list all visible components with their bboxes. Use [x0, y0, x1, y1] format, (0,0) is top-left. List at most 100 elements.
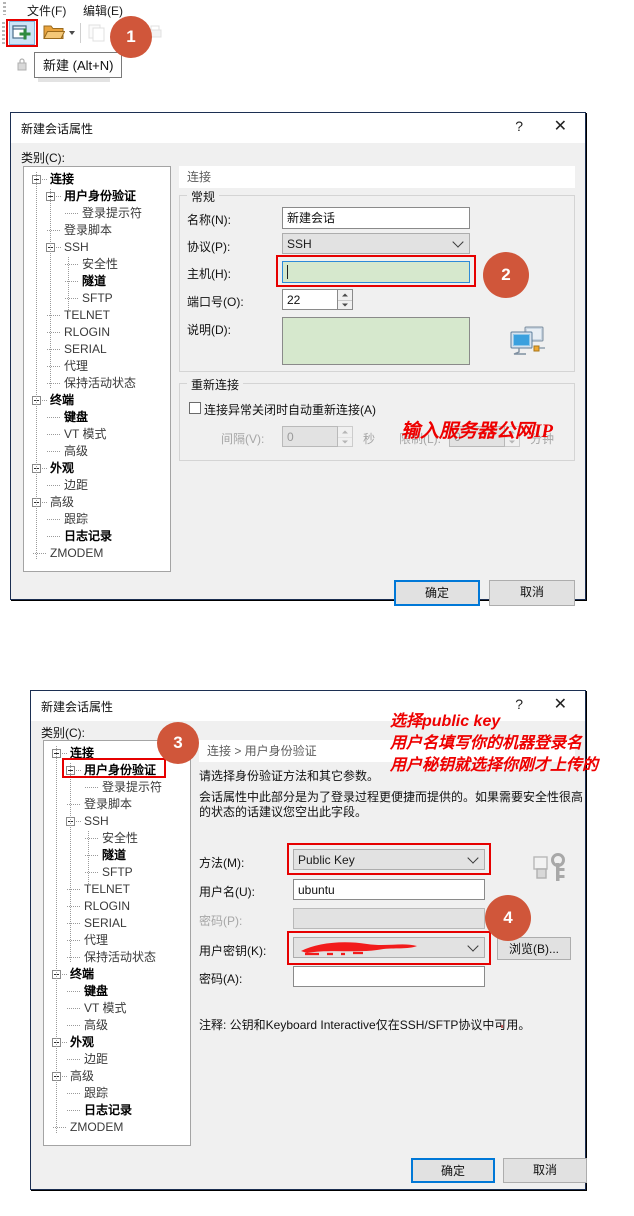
tree-item[interactable]: 登录脚本 — [64, 224, 112, 237]
tree-item[interactable]: 终端 — [70, 968, 94, 981]
name-input[interactable]: 新建会话 — [282, 207, 470, 229]
tree-item[interactable]: 边距 — [84, 1053, 108, 1066]
dialog2-annotation-3: 用户秘钥就选择你刚才上传的 — [390, 757, 599, 774]
open-folder-button[interactable] — [43, 23, 66, 47]
toolbar-row — [0, 18, 320, 50]
tree-connector — [42, 179, 48, 180]
dialog2-cancel-button[interactable]: 取消 — [503, 1158, 587, 1183]
tree-connector — [47, 519, 61, 520]
tree-guide-line — [88, 831, 89, 886]
open-dropdown-caret[interactable] — [69, 31, 75, 35]
auto-reconnect-checkbox[interactable] — [189, 402, 201, 414]
tree-item[interactable]: 登录提示符 — [102, 781, 162, 794]
tree-item[interactable]: 边距 — [64, 479, 88, 492]
tree-item[interactable]: 日志记录 — [84, 1104, 132, 1117]
dialog1-cancel-button[interactable]: 取消 — [489, 580, 575, 606]
dialog2-help-button[interactable]: ? — [515, 696, 523, 712]
menu-item-file[interactable]: 文件(F) — [27, 2, 66, 19]
menu-drag-grip[interactable] — [3, 2, 6, 15]
port-input[interactable]: 22 — [282, 289, 338, 310]
tree-item[interactable]: 保持活动状态 — [84, 951, 156, 964]
tree-item[interactable]: 外观 — [50, 462, 74, 475]
chevron-down-icon — [467, 939, 479, 952]
tree-item[interactable]: 高级 — [70, 1070, 94, 1083]
tree-item[interactable]: 跟踪 — [64, 513, 88, 526]
tree-item[interactable]: 保持活动状态 — [64, 377, 136, 390]
tree-item[interactable]: TELNET — [64, 309, 110, 322]
tree-item[interactable]: 高级 — [84, 1019, 108, 1032]
dialog2-category-tree[interactable]: 连接用户身份验证登录提示符登录脚本 SSH 安全性隧道 SFTP TELNET RLOGI… — [43, 740, 191, 1146]
interval-input[interactable]: 0 — [282, 426, 338, 447]
tree-connector — [67, 1110, 81, 1111]
menu-item-edit[interactable]: 编辑(E) — [83, 2, 123, 19]
tree-item[interactable]: SFTP — [82, 292, 113, 305]
method-combobox[interactable]: Public Key — [293, 849, 485, 870]
tree-item[interactable]: ZMODEM — [70, 1121, 123, 1134]
tree-item[interactable]: 用户身份验证 — [84, 764, 156, 777]
copy-icon[interactable] — [88, 24, 106, 47]
tree-item[interactable]: 隧道 — [102, 849, 126, 862]
password-input[interactable] — [293, 908, 485, 929]
tree-item[interactable]: 键盘 — [84, 985, 108, 998]
tree-item[interactable]: SSH — [64, 241, 89, 254]
interval-spinner[interactable] — [338, 426, 353, 447]
dialog1-titlebar[interactable]: 新建会话属性 ? ✕ — [11, 113, 585, 143]
tree-guide-line — [56, 746, 57, 1133]
dialog1-help-button[interactable]: ? — [515, 118, 523, 134]
tree-connector — [76, 770, 82, 771]
tree-item[interactable]: VT 模式 — [64, 428, 106, 441]
tree-item[interactable]: SFTP — [102, 866, 133, 879]
tree-item[interactable]: 登录提示符 — [82, 207, 142, 220]
dialog2-titlebar[interactable]: 新建会话属性 ? ✕ — [31, 691, 585, 721]
interval-spinner-down[interactable] — [338, 436, 352, 448]
dialog2-description-line3: 的状态的话建议您空出此字段。 — [199, 805, 368, 819]
tree-item[interactable]: 外观 — [70, 1036, 94, 1049]
tree-item[interactable]: 跟踪 — [84, 1087, 108, 1100]
tree-item[interactable]: 连接 — [70, 747, 94, 760]
tree-item[interactable]: SERIAL — [64, 343, 107, 356]
toolbar-drag-grip[interactable] — [2, 22, 5, 46]
dialog1-category-tree[interactable]: 连接用户身份验证登录提示符登录脚本 SSH 安全性隧道 SFTP TELNET RLOGI… — [23, 166, 171, 572]
key-icon — [531, 853, 573, 894]
protocol-combobox[interactable]: SSH — [282, 233, 470, 254]
tree-item[interactable]: VT 模式 — [84, 1002, 126, 1015]
tree-item[interactable]: 代理 — [64, 360, 88, 373]
tree-connector — [67, 1025, 81, 1026]
dialog1-ok-button[interactable]: 确定 — [394, 580, 480, 606]
tree-item[interactable]: RLOGIN — [64, 326, 110, 339]
tree-item[interactable]: 连接 — [50, 173, 74, 186]
step-badge-1: 1 — [110, 16, 152, 58]
tree-item[interactable]: 终端 — [50, 394, 74, 407]
tree-connector — [47, 451, 61, 452]
tree-item[interactable]: TELNET — [84, 883, 130, 896]
tree-connector — [47, 434, 61, 435]
tree-item[interactable]: SERIAL — [84, 917, 127, 930]
tree-item[interactable]: 安全性 — [102, 832, 138, 845]
interval-spinner-up[interactable] — [338, 427, 352, 437]
tree-item[interactable]: 日志记录 — [64, 530, 112, 543]
port-spinner-up[interactable] — [338, 290, 352, 300]
tree-item[interactable]: 登录脚本 — [84, 798, 132, 811]
host-input[interactable] — [282, 261, 470, 283]
tree-item[interactable]: 安全性 — [82, 258, 118, 271]
tree-item[interactable]: 隧道 — [82, 275, 106, 288]
dialog2-close-button[interactable]: ✕ — [554, 694, 567, 713]
tree-item[interactable]: ZMODEM — [50, 547, 103, 560]
dialog1-close-button[interactable]: ✕ — [554, 116, 567, 135]
tree-item[interactable]: 高级 — [50, 496, 74, 509]
passphrase-input[interactable] — [293, 966, 485, 987]
dialog2-ok-button[interactable]: 确定 — [411, 1158, 495, 1183]
tree-guide-line — [70, 763, 71, 963]
chevron-down-icon — [452, 235, 464, 248]
port-spinner[interactable] — [338, 289, 353, 310]
description-textarea[interactable] — [282, 317, 470, 365]
interval-unit: 秒 — [363, 432, 376, 446]
tree-item[interactable]: 高级 — [64, 445, 88, 458]
tree-item[interactable]: RLOGIN — [84, 900, 130, 913]
tree-item[interactable]: 用户身份验证 — [64, 190, 136, 203]
username-input[interactable]: ubuntu — [293, 879, 485, 900]
tree-item[interactable]: 代理 — [84, 934, 108, 947]
port-spinner-down[interactable] — [338, 299, 352, 311]
tree-item[interactable]: 键盘 — [64, 411, 88, 424]
tree-item[interactable]: SSH — [84, 815, 109, 828]
